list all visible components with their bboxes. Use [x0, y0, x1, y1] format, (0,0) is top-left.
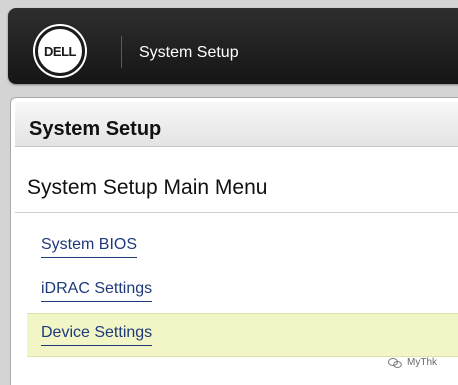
system-bios-link[interactable]: System BIOS: [41, 236, 138, 258]
app-title: System Setup: [139, 44, 239, 61]
top-bar: DELL System Setup: [8, 8, 458, 84]
chat-bubbles-icon: [388, 357, 402, 368]
dell-logo: DELL: [35, 26, 85, 76]
menu-item-device-settings[interactable]: Device Settings: [27, 313, 458, 357]
menu-item-system-bios[interactable]: System BIOS: [27, 226, 458, 270]
menu-item-idrac-settings[interactable]: iDRAC Settings: [27, 270, 458, 314]
watermark: MyThk: [388, 357, 437, 368]
main-panel: System Setup System Setup Main Menu Syst…: [10, 97, 458, 385]
header-divider: [121, 36, 122, 68]
idrac-settings-link[interactable]: iDRAC Settings: [41, 280, 153, 302]
panel-header: System Setup: [15, 102, 458, 147]
watermark-text: MyThk: [407, 357, 437, 368]
logo-text: DELL: [44, 43, 76, 59]
menu-separator: [15, 212, 458, 213]
device-settings-link[interactable]: Device Settings: [41, 324, 153, 346]
menu-title: System Setup Main Menu: [27, 176, 268, 199]
page-title: System Setup: [29, 118, 162, 140]
